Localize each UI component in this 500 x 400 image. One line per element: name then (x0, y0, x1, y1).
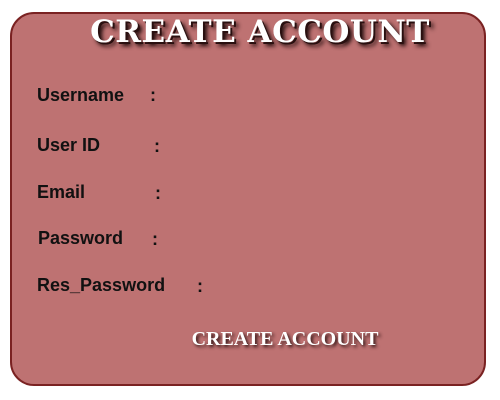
user-id-label: User ID (37, 135, 101, 155)
username-colon: : (150, 85, 156, 105)
create-account-button[interactable]: CREATE ACCOUNT (170, 322, 400, 356)
username-label: Username (37, 85, 125, 105)
res-password-label: Res_Password (37, 275, 166, 295)
user-id-colon: : (154, 136, 160, 156)
user-id-input[interactable] (172, 135, 458, 159)
email-label: Email (37, 182, 86, 202)
res-password-input[interactable] (214, 274, 458, 298)
password-label: Password (38, 228, 124, 248)
res-password-colon: : (197, 276, 203, 296)
username-input[interactable] (168, 84, 458, 108)
form-title: CREATE ACCOUNT (90, 14, 430, 50)
password-colon: : (152, 229, 158, 249)
email-input[interactable] (172, 181, 458, 205)
email-colon: : (155, 183, 161, 203)
password-input[interactable] (170, 227, 458, 251)
